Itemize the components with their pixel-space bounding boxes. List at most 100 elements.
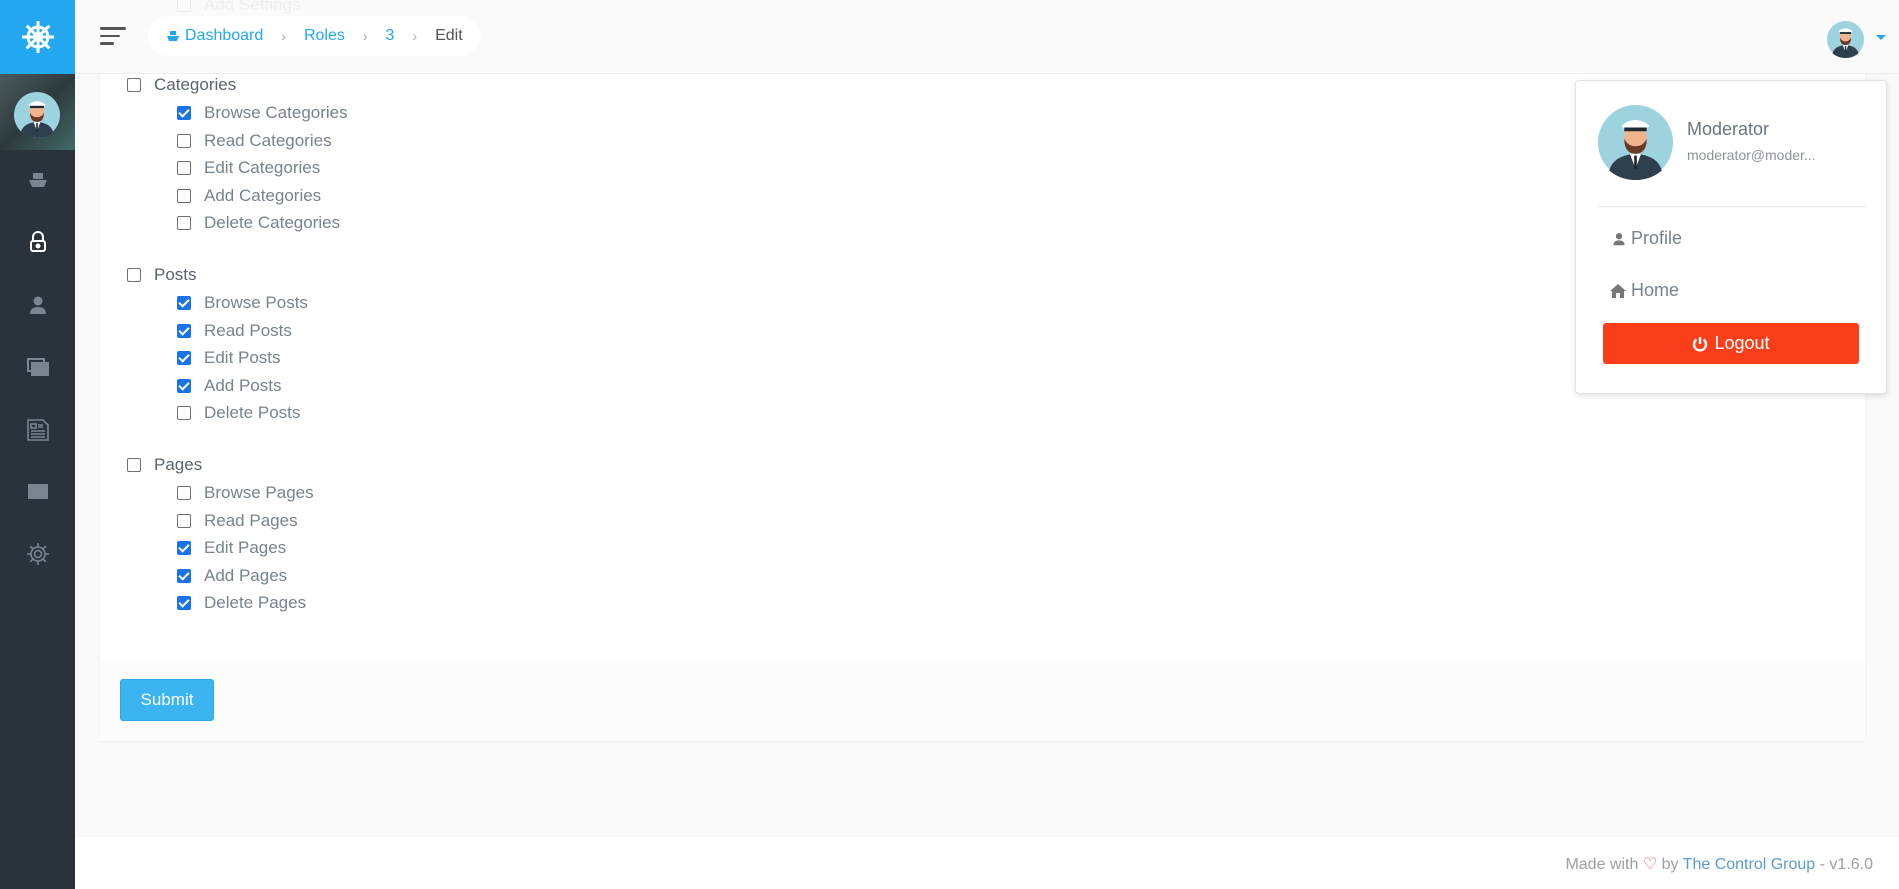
checkbox[interactable] [177,296,191,310]
permission-item[interactable]: Read Categories [177,129,332,153]
checkbox[interactable] [177,188,191,203]
chevron-right-icon: › [281,28,286,44]
user-avatar[interactable] [1827,21,1864,58]
sidebar-user-banner[interactable] [0,74,75,150]
permission-label: Add Categories [204,185,322,205]
permission-label: Browse Categories [204,103,348,122]
profile-link[interactable]: Profile [1612,228,1682,249]
breadcrumb-current: Edit [435,27,463,44]
permission-item[interactable]: Browse Pages [177,481,314,505]
permission-label: Read Pages [204,510,298,530]
checkbox[interactable] [177,596,191,610]
breadcrumb-roles[interactable]: Roles [304,27,345,45]
permission-label: Pages [154,455,203,474]
boat-icon [167,30,179,41]
lock-icon[interactable] [25,229,51,255]
permission-item[interactable]: Read Pages [177,509,298,533]
permission-item[interactable]: Delete Categories [177,211,340,235]
permission-item[interactable]: Edit Posts [177,346,281,370]
permission-item[interactable]: Add Posts [177,374,282,398]
footer: Made with ♡ by The Control Group - v1.6.… [75,837,1899,889]
user-name: Moderator [1687,119,1770,139]
checkbox[interactable] [177,106,191,120]
permission-label: Categories [154,75,237,94]
checkbox[interactable] [177,216,191,230]
boat-icon[interactable] [25,167,51,193]
news-icon[interactable] [25,417,51,443]
checkbox[interactable] [127,458,141,472]
home-label: Home [1631,280,1680,300]
user-icon[interactable] [25,292,51,318]
dropdown-avatar [1598,105,1673,180]
checkbox[interactable] [177,541,191,555]
permission-label: Posts [154,265,197,284]
permission-item[interactable]: Edit Pages [177,536,286,560]
images-icon[interactable] [25,354,51,380]
permission-label: Delete Posts [204,403,301,422]
logout-label: Logout [1714,333,1770,353]
permission-item[interactable]: Delete Posts [177,401,300,425]
permission-item[interactable]: Browse Posts [177,291,308,315]
company-link[interactable]: The Control Group [1683,856,1816,873]
permission-label: Read Categories [204,130,332,150]
checkbox[interactable] [177,513,191,528]
footer-version: - v1.6.0 [1819,856,1873,873]
sidebar [0,0,75,889]
helm-logo-icon [21,21,54,53]
permission-item[interactable]: Add Categories [177,184,321,208]
checkbox[interactable] [127,78,141,92]
permission-item[interactable]: Add Pages [177,564,287,588]
user-icon [1613,232,1625,245]
home-link[interactable]: Home [1610,280,1679,301]
chevron-right-icon: › [412,28,418,44]
footer-by: by [1661,856,1679,873]
panel-footer: Submit [100,660,1865,741]
checkbox[interactable] [177,378,191,393]
home-icon [1610,283,1626,298]
permission-label: Add Posts [204,375,282,395]
logo[interactable] [0,0,75,74]
permission-label: Delete Categories [204,213,341,232]
permission-item[interactable]: Read Posts [177,319,292,343]
checkbox[interactable] [177,406,191,420]
logout-button[interactable]: Logout [1603,323,1859,364]
footer-made-with: Made with [1565,856,1639,873]
permission-label: Edit Posts [204,348,281,367]
power-icon [1693,336,1708,351]
hamburger-menu-icon[interactable] [100,27,126,45]
permission-item[interactable]: Delete Pages [177,591,306,615]
checkbox[interactable] [177,486,191,500]
footer-credit: Made with ♡ by The Control Group - v1.6.… [1565,854,1873,874]
divider [1598,206,1866,207]
user-dropdown-menu: Moderator moderator@moder... Profile Hom… [1575,80,1887,394]
breadcrumb-role-id[interactable]: 3 [386,27,395,45]
top-navbar: Dashboard › Roles › 3 › Edit [75,0,1899,74]
permission-group[interactable]: Posts [127,263,197,287]
permission-group[interactable]: Categories [127,73,236,97]
heart-icon: ♡ [1642,856,1658,873]
checkbox[interactable] [177,133,191,148]
permission-label: Edit Pages [204,538,287,557]
checkbox[interactable] [177,161,191,175]
gear-icon[interactable] [25,541,51,567]
chevron-right-icon: › [362,28,368,44]
permission-group[interactable]: Pages [127,453,202,477]
caret-down-icon[interactable] [1876,35,1886,40]
permission-label: Edit Categories [204,158,321,177]
checkbox[interactable] [177,323,191,338]
submit-button[interactable]: Submit [120,679,214,721]
profile-label: Profile [1631,228,1683,248]
permission-label: Browse Pages [204,483,314,502]
permission-item[interactable]: Edit Categories [177,156,320,180]
sidebar-avatar [14,92,60,138]
permission-label: Add Pages [204,565,288,585]
checkbox[interactable] [177,568,191,583]
checkbox[interactable] [177,351,191,365]
breadcrumb: Dashboard › Roles › 3 › Edit [148,16,481,56]
permission-label: Browse Posts [204,293,308,312]
folder-icon[interactable] [25,478,51,504]
breadcrumb-dashboard[interactable]: Dashboard [185,27,263,45]
checkbox[interactable] [127,268,141,282]
permission-label: Delete Pages [204,593,307,612]
permission-item[interactable]: Browse Categories [177,101,348,125]
